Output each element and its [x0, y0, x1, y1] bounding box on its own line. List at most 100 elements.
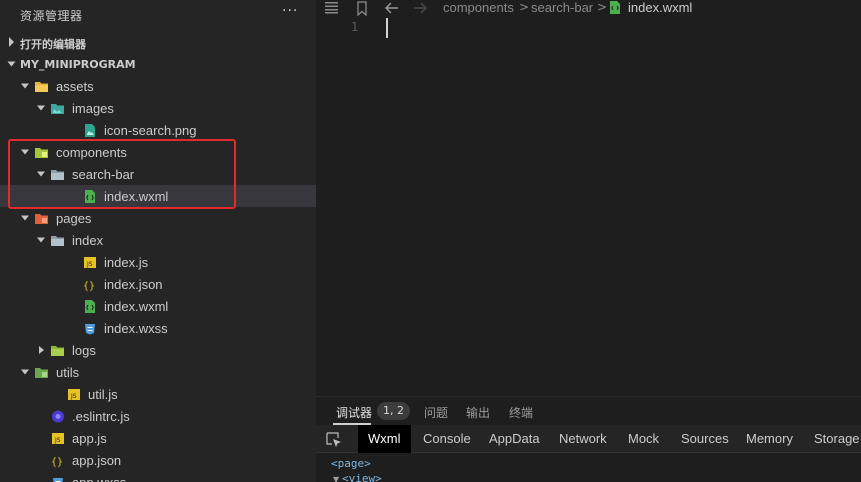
tree-file[interactable]: app.wxss [0, 471, 316, 482]
svg-text:JS: JS [54, 437, 61, 444]
list-icon[interactable] [324, 1, 339, 14]
wxml-file-icon [610, 1, 620, 14]
devtools-tab-mock[interactable]: Mock [618, 425, 669, 453]
tree-file[interactable]: index.wxss [0, 317, 316, 339]
more-actions-icon[interactable]: ··· [282, 3, 298, 19]
chevron-down-icon[interactable] [36, 235, 46, 245]
assets-folder-icon [35, 82, 48, 92]
project-label: MY_MINIPROGRAM [20, 58, 136, 71]
devtools-tab-wxml[interactable]: Wxml [358, 425, 411, 453]
tab-output[interactable]: 输出 [466, 404, 490, 421]
devtools-tab-appdata[interactable]: AppData [479, 425, 550, 453]
tree-item-label: app.json [72, 453, 122, 468]
chevron-down-icon[interactable] [20, 367, 30, 377]
text-cursor [386, 18, 388, 38]
open-editors-label: 打开的编辑器 [20, 38, 86, 51]
devtools-tab-console[interactable]: Console [413, 425, 481, 453]
tree-folder[interactable]: components [0, 141, 316, 163]
editor-area[interactable]: components > search-bar > index.wxml 1 [316, 0, 861, 396]
devtools-tabs: Wxml Console AppData Network Mock Source… [316, 425, 861, 453]
problems-count-badge: 1, 2 [377, 402, 410, 420]
tree-file[interactable]: JS app.js [0, 427, 316, 449]
svg-text:{}: {} [83, 281, 95, 291]
tree-file[interactable]: index.wxml [0, 295, 316, 317]
open-editors-section[interactable]: 打开的编辑器 [0, 31, 316, 53]
eslint-file-icon [52, 410, 64, 423]
tree-item-label: pages [56, 211, 92, 226]
tab-terminal[interactable]: 终端 [509, 404, 533, 421]
breadcrumb-components[interactable]: components [443, 0, 514, 15]
devtools-tab-network[interactable]: Network [549, 425, 617, 453]
devtools-tab-sources[interactable]: Sources [671, 425, 739, 453]
tree-item-label: index.wxss [104, 321, 168, 336]
tree-item-label: logs [72, 343, 96, 358]
project-section[interactable]: MY_MINIPROGRAM [0, 53, 316, 75]
file-tree: assets images icon-search.png components sea… [0, 75, 316, 482]
tab-problems[interactable]: 问题 [424, 404, 448, 421]
tree-file[interactable]: {} index.json [0, 273, 316, 295]
svg-text:{}: {} [51, 457, 63, 467]
tree-folder[interactable]: pages [0, 207, 316, 229]
explorer-header: 资源管理器 ··· [0, 0, 316, 28]
folder-icon [51, 236, 64, 246]
tree-item-label: search-bar [72, 167, 135, 182]
line-number: 1 [351, 20, 359, 34]
chevron-down-icon[interactable] [36, 103, 46, 113]
forward-arrow-icon[interactable] [413, 1, 428, 15]
tree-file[interactable]: .eslintrc.js [0, 405, 316, 427]
js-file-icon: JS [68, 389, 80, 400]
folder-icon [51, 170, 64, 180]
tree-item-label: utils [56, 365, 80, 380]
chevron-down-icon[interactable] [20, 147, 30, 157]
tree-file[interactable]: index.wxml [0, 185, 316, 207]
chevron-right-icon[interactable] [36, 345, 46, 355]
tab-debugger[interactable]: 调试器 [336, 404, 372, 421]
devtools-tab-memory[interactable]: Memory [736, 425, 803, 453]
tree-folder[interactable]: logs [0, 339, 316, 361]
panel-tabs: 调试器 1, 2 问题 输出 终端 [316, 397, 861, 425]
inspect-element-icon[interactable] [326, 432, 342, 448]
chevron-down-icon[interactable] [36, 169, 46, 179]
json-file-icon: {} [51, 457, 63, 467]
back-arrow-icon[interactable] [384, 1, 399, 15]
tree-item-label: index.json [104, 277, 163, 292]
tree-file[interactable]: {} app.json [0, 449, 316, 471]
tree-file[interactable]: JS util.js [0, 383, 316, 405]
utils-folder-icon [35, 368, 48, 378]
js-file-icon: JS [52, 433, 64, 444]
wxml-file-icon [85, 300, 95, 313]
tree-folder[interactable]: images [0, 97, 316, 119]
breadcrumb-index-wxml[interactable]: index.wxml [628, 0, 692, 15]
tree-item-label: index.wxml [104, 299, 169, 314]
chevron-down-icon [7, 61, 16, 67]
tree-item-label: components [56, 145, 127, 160]
breadcrumb: components > search-bar > index.wxml [316, 0, 861, 18]
breadcrumb-separator: > [597, 0, 608, 14]
tree-folder[interactable]: utils [0, 361, 316, 383]
tree-folder[interactable]: assets [0, 75, 316, 97]
images-folder-icon [51, 104, 64, 114]
json-file-icon: {} [83, 281, 95, 291]
tree-file[interactable]: JS index.js [0, 251, 316, 273]
expand-triangle-icon[interactable]: ▼ [333, 475, 339, 482]
wxml-node-view[interactable]: <view> [342, 472, 382, 482]
explorer-sidebar: 资源管理器 ··· 打开的编辑器 MY_MINIPROGRAM assets im… [0, 0, 316, 482]
chevron-down-icon[interactable] [20, 81, 30, 91]
tree-folder[interactable]: search-bar [0, 163, 316, 185]
image-file-icon [85, 124, 95, 137]
chevron-down-icon[interactable] [20, 213, 30, 223]
tree-item-label: icon-search.png [104, 123, 197, 138]
js-file-icon: JS [84, 257, 96, 268]
wxml-file-icon [85, 190, 95, 203]
tree-file[interactable]: icon-search.png [0, 119, 316, 141]
debugger-panel: 调试器 1, 2 问题 输出 终端 Wxml Console AppData N… [316, 396, 861, 482]
breadcrumb-search-bar[interactable]: search-bar [531, 0, 593, 15]
bookmark-icon[interactable] [356, 1, 368, 16]
devtools-tab-storage[interactable]: Storage [804, 425, 861, 453]
svg-text:JS: JS [86, 261, 93, 268]
breadcrumb-separator: > [519, 0, 530, 14]
tree-folder[interactable]: index [0, 229, 316, 251]
chevron-right-icon [9, 37, 14, 47]
wxml-node-page[interactable]: <page> [331, 457, 371, 470]
tree-item-label: index.js [104, 255, 149, 270]
